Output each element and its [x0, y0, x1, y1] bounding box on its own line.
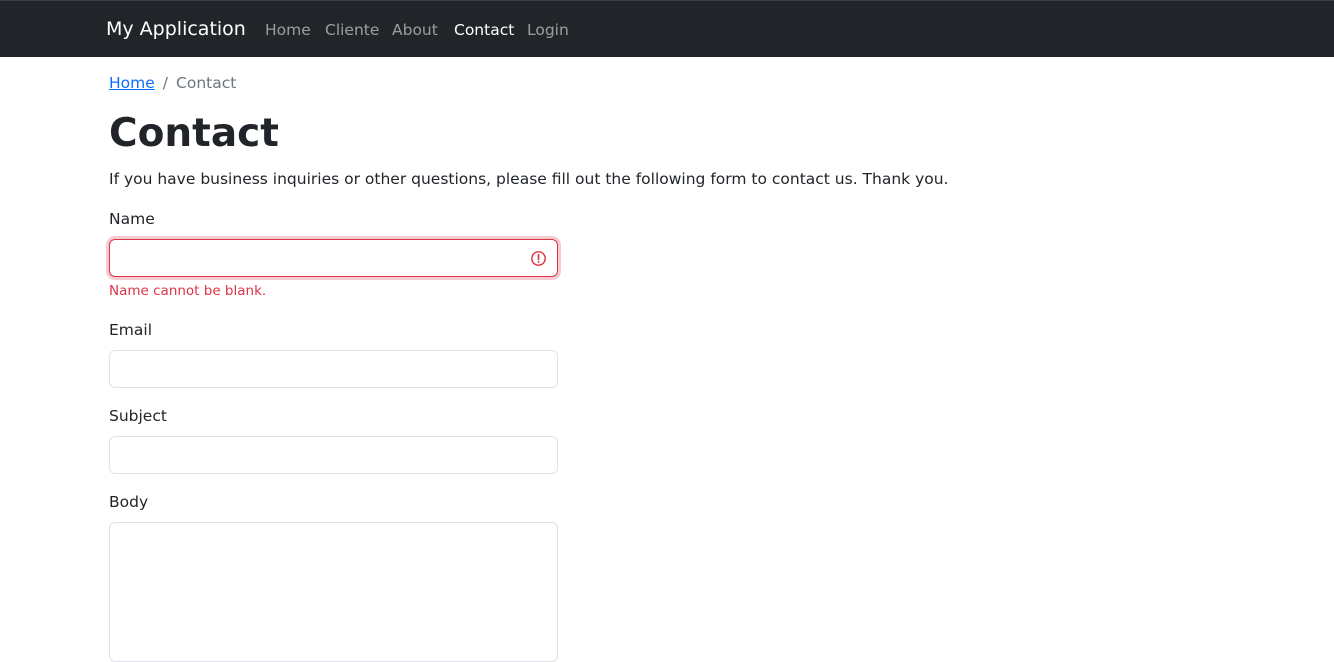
nav-item-cliente[interactable]: Cliente — [325, 20, 379, 40]
name-label: Name — [109, 210, 155, 228]
exclamation-circle-icon — [530, 250, 547, 267]
breadcrumb: Home / Contact — [109, 73, 236, 93]
nav-item-contact[interactable]: Contact — [454, 20, 514, 40]
name-input[interactable] — [109, 239, 558, 277]
subject-label: Subject — [109, 407, 167, 425]
subject-input[interactable] — [109, 436, 558, 474]
breadcrumb-current: Contact — [176, 74, 237, 92]
body-textarea[interactable] — [109, 522, 558, 662]
brand-link[interactable]: My Application — [106, 17, 246, 41]
page-title: Contact — [109, 111, 279, 156]
breadcrumb-separator: / — [162, 74, 169, 92]
breadcrumb-home-link[interactable]: Home — [109, 74, 155, 92]
navbar: My Application Home Cliente About Contac… — [0, 0, 1334, 57]
page-intro: If you have business inquiries or other … — [109, 170, 949, 188]
nav-item-home[interactable]: Home — [265, 20, 311, 40]
name-error-message: Name cannot be blank. — [109, 283, 267, 299]
email-label: Email — [109, 321, 153, 339]
nav-item-login[interactable]: Login — [527, 20, 569, 40]
body-label: Body — [109, 493, 149, 511]
nav-item-about[interactable]: About — [392, 20, 438, 40]
email-input[interactable] — [109, 350, 558, 388]
